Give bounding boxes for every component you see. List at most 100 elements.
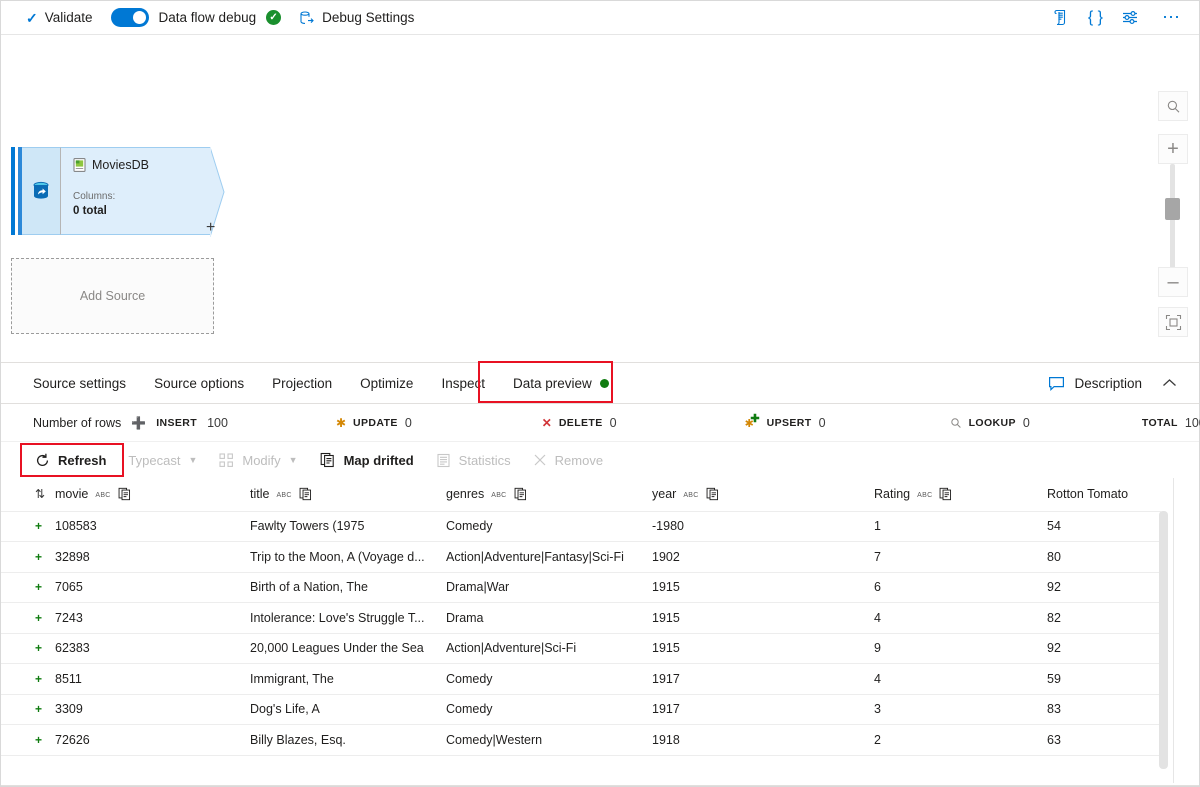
header-year-inner: year abc: [652, 487, 866, 501]
add-source-placeholder[interactable]: Add Source: [11, 258, 214, 334]
tab-source-settings[interactable]: Source settings: [19, 363, 140, 403]
tab-inspect[interactable]: Inspect: [427, 363, 499, 403]
table-row[interactable]: + 72626 Billy Blazes, Esq. Comedy|Wester…: [1, 724, 1161, 756]
header-title[interactable]: title abc: [242, 478, 438, 512]
script-icon[interactable]: [1053, 9, 1070, 26]
table-row[interactable]: + 7243 Intolerance: Love's Struggle T...…: [1, 602, 1161, 634]
node-title-row: MoviesDB: [73, 158, 199, 172]
lookup-magnifier-icon: [950, 417, 962, 429]
typecast-button[interactable]: Typecast ▼: [118, 445, 207, 475]
canvas-fit-to-screen-button[interactable]: [1158, 307, 1188, 337]
cell-title: Billy Blazes, Esq.: [242, 724, 438, 756]
header-genres[interactable]: genres abc: [438, 478, 644, 512]
delete-cross-icon: ✕: [541, 415, 552, 430]
header-year-label: year: [652, 487, 677, 502]
upsert-plus-part: ✚: [750, 413, 760, 425]
table-row[interactable]: + 32898 Trip to the Moon, A (Voyage d...…: [1, 541, 1161, 573]
header-year-drift-icon[interactable]: [706, 487, 720, 501]
data-flow-canvas[interactable]: MoviesDB Columns: 0 total + Add Source +…: [1, 35, 1199, 362]
canvas-zoom-slider-thumb[interactable]: [1165, 198, 1180, 220]
tab-source-options[interactable]: Source options: [140, 363, 258, 403]
canvas-search-button[interactable]: [1158, 91, 1188, 121]
command-bar: ✓ Validate Data flow debug ✓ Debug Setti…: [1, 1, 1199, 35]
cell-title: Intolerance: Love's Struggle T...: [242, 602, 438, 634]
chevron-down-icon-modify: ▼: [288, 455, 298, 465]
table-row[interactable]: + 8511 Immigrant, The Comedy 1917 4 59: [1, 663, 1161, 695]
table-row[interactable]: + 62383 20,000 Leagues Under the Sea Act…: [1, 633, 1161, 664]
canvas-zoom-in-button[interactable]: +: [1158, 134, 1188, 164]
node-columns-info: Columns: 0 total: [73, 190, 199, 219]
cell-movie: 8511: [47, 663, 242, 695]
command-bar-right: { } ⋯: [1053, 8, 1199, 27]
add-source-label: Add Source: [79, 289, 146, 303]
header-movie[interactable]: movie abc: [47, 478, 242, 512]
table-row[interactable]: + 108583 Fawlty Towers (1975 Comedy -198…: [1, 511, 1161, 542]
row-insert-plus-icon: +: [35, 610, 43, 625]
row-marker-cell: +: [1, 633, 47, 664]
panel-bottom-border: [1, 785, 1199, 786]
preview-table-body: + 108583 Fawlty Towers (1975 Comedy -198…: [1, 511, 1161, 756]
tab-data-preview[interactable]: Data preview: [499, 363, 623, 403]
canvas-zoom-out-button[interactable]: –: [1158, 267, 1188, 297]
cell-genres: Comedy: [438, 663, 644, 695]
source-node-name: MoviesDB: [92, 158, 149, 172]
header-sort-column[interactable]: ⇅: [1, 478, 47, 512]
grid-vertical-scrollbar[interactable]: [1159, 511, 1168, 769]
cell-rating: 9: [866, 633, 1039, 664]
debug-settings-label: Debug Settings: [322, 10, 415, 25]
cell-year: 1918: [644, 724, 866, 756]
header-rating[interactable]: Rating abc: [866, 478, 1039, 512]
tab-projection[interactable]: Projection: [258, 363, 346, 403]
source-node-moviesdb[interactable]: MoviesDB Columns: 0 total: [11, 147, 211, 235]
modify-button[interactable]: Modify ▼: [209, 445, 307, 475]
cell-title: Trip to the Moon, A (Voyage d...: [242, 541, 438, 573]
data-flow-debug-toggle[interactable]: [110, 8, 149, 27]
header-year[interactable]: year abc: [644, 478, 866, 512]
command-bar-left: ✓ Validate Data flow debug ✓ Debug Setti…: [1, 3, 423, 33]
sort-updown-icon[interactable]: ⇅: [35, 487, 45, 501]
header-title-drift-icon[interactable]: [299, 487, 313, 501]
row-marker-cell: +: [1, 663, 47, 695]
panel-collapse-chevron-up-icon[interactable]: [1156, 374, 1183, 392]
tab-optimize[interactable]: Optimize: [346, 363, 427, 403]
table-row[interactable]: + 7065 Birth of a Nation, The Drama|War …: [1, 572, 1161, 603]
remove-button[interactable]: Remove: [523, 445, 613, 475]
row-statistics-bar: Number of rows ➕ INSERT 100 ✱ UPDATE 0 ✕…: [1, 404, 1200, 442]
panel-tab-bar-right: Description: [1048, 374, 1199, 392]
cell-rating: 3: [866, 694, 1039, 725]
row-insert-plus-icon: +: [35, 519, 43, 534]
header-movie-drift-icon[interactable]: [118, 487, 132, 501]
row-marker-cell: +: [1, 724, 47, 756]
description-button[interactable]: Description: [1048, 376, 1142, 391]
header-genres-drift-icon[interactable]: [514, 487, 528, 501]
tab-data-preview-label: Data preview: [512, 375, 592, 391]
more-options-icon[interactable]: ⋯: [1158, 8, 1185, 26]
table-row[interactable]: + 3309 Dog's Life, A Comedy 1917 3 83: [1, 694, 1161, 725]
statistics-button[interactable]: Statistics: [426, 445, 521, 475]
validate-button[interactable]: ✓ Validate: [17, 3, 102, 33]
columns-value: 0 total: [73, 204, 107, 217]
properties-panel: Source settings Source options Projectio…: [1, 361, 1200, 786]
header-year-type: abc: [683, 488, 699, 500]
stat-lookup-value: 0: [1022, 415, 1030, 430]
settings-sliders-icon[interactable]: [1121, 9, 1140, 26]
plus-icon: +: [1167, 137, 1179, 160]
header-rotton-tomato[interactable]: Rotton Tomato: [1039, 478, 1161, 512]
cell-rating: 7: [866, 541, 1039, 573]
header-movie-inner: movie abc: [55, 487, 242, 501]
map-drifted-button[interactable]: Map drifted: [310, 445, 424, 475]
data-preview-grid[interactable]: ⇅ movie abc title abc genres abc year ab…: [1, 478, 1199, 783]
node-add-stream-icon[interactable]: +: [206, 220, 215, 236]
cell-rating: 4: [866, 602, 1039, 634]
header-rating-drift-icon[interactable]: [939, 487, 953, 501]
cell-movie: 72626: [47, 724, 242, 756]
code-braces-icon[interactable]: { }: [1088, 9, 1103, 27]
debug-settings-button[interactable]: Debug Settings: [290, 3, 423, 33]
header-genres-label: genres: [446, 487, 485, 502]
cell-rating: 6: [866, 572, 1039, 603]
refresh-button[interactable]: Refresh: [25, 445, 116, 475]
header-title-inner: title abc: [250, 487, 438, 501]
modify-label: Modify: [242, 452, 281, 468]
cell-year: -1980: [644, 511, 866, 542]
cell-rotton-tomato: 80: [1039, 541, 1161, 573]
